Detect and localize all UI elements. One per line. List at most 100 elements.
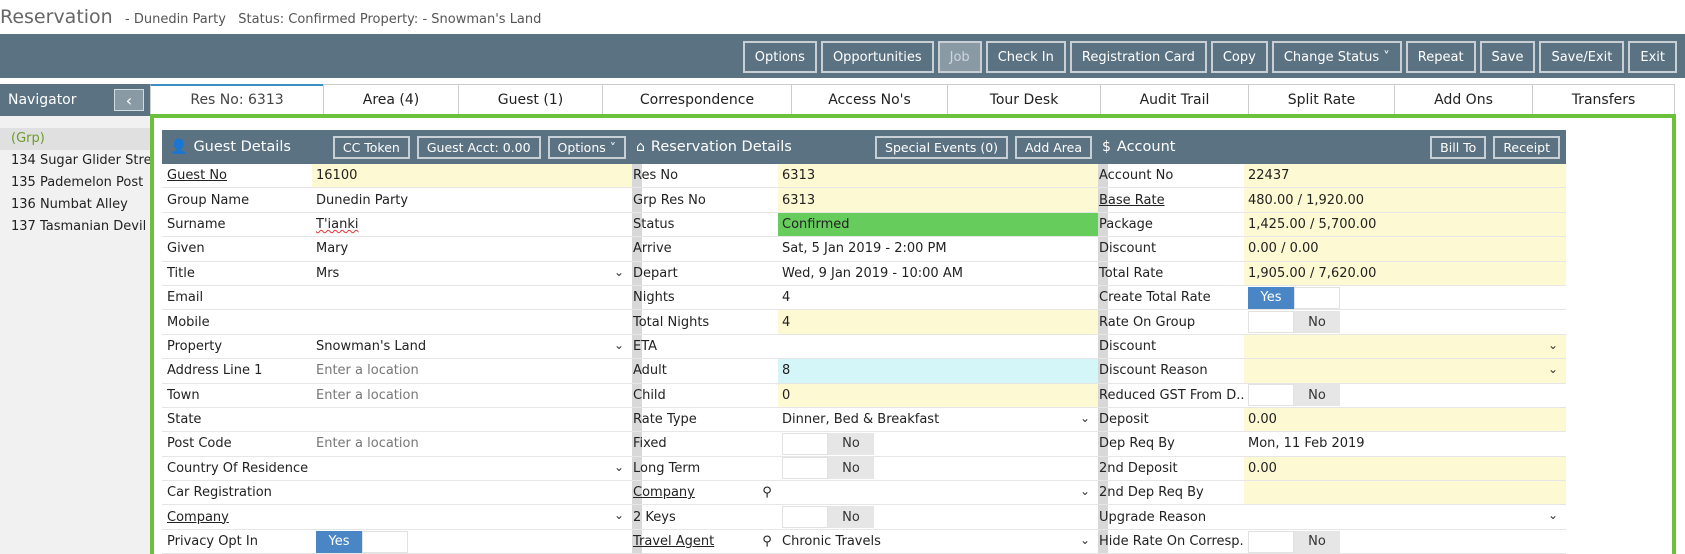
toggle-blank[interactable]: [1248, 311, 1294, 334]
toggle-no[interactable]: No: [828, 432, 874, 455]
nav-item-room[interactable]: 135 Pademelon Post: [0, 172, 150, 194]
add-area-button[interactable]: Add Area: [1015, 136, 1092, 159]
toggle-yes[interactable]: Yes: [316, 530, 362, 553]
toggle-yes[interactable]: Yes: [1248, 286, 1294, 309]
post-code-field[interactable]: Enter a location: [312, 432, 632, 455]
toggle-blank[interactable]: [782, 457, 828, 480]
upgrade-reason-select[interactable]: ⌄: [1244, 505, 1566, 528]
company-label[interactable]: Company: [628, 481, 756, 504]
tab-transfers[interactable]: Transfers: [1532, 84, 1675, 114]
tab-guest[interactable]: Guest (1): [458, 84, 603, 114]
nav-item-room[interactable]: 136 Numbat Alley: [0, 194, 150, 216]
arrive-field[interactable]: Sat, 5 Jan 2019 - 2:00 PM: [778, 237, 1098, 260]
tab-area[interactable]: Area (4): [323, 84, 459, 114]
email-field[interactable]: [312, 286, 632, 309]
company-select[interactable]: ⌄: [778, 481, 1098, 504]
address-line-1-field[interactable]: Enter a location: [312, 359, 632, 382]
reduced-gst-toggle[interactable]: No: [1244, 384, 1566, 407]
tab-res-no[interactable]: Res No: 6313: [150, 84, 324, 114]
guest-account-button[interactable]: Guest Acct: 0.00: [416, 136, 541, 159]
discount-reason-select[interactable]: ⌄: [1244, 359, 1566, 383]
receipt-button[interactable]: Receipt: [1493, 136, 1560, 159]
group-name-field[interactable]: Dunedin Party: [312, 188, 632, 211]
car-registration-field[interactable]: [312, 481, 632, 504]
search-icon[interactable]: ⚲: [756, 530, 778, 553]
discount-select[interactable]: ⌄: [1244, 334, 1566, 359]
travel-agent-label[interactable]: Travel Agent: [628, 530, 756, 553]
toggle-blank[interactable]: [1294, 286, 1340, 309]
toggle-blank[interactable]: [362, 530, 408, 553]
travel-agent-value: Chronic Travels: [782, 534, 881, 550]
cc-token-button[interactable]: CC Token: [332, 136, 410, 159]
registration-card-button[interactable]: Registration Card: [1069, 41, 1207, 73]
create-total-rate-toggle[interactable]: Yes: [1244, 286, 1566, 309]
town-field[interactable]: Enter a location: [312, 384, 632, 407]
tab-add-ons[interactable]: Add Ons: [1394, 84, 1533, 114]
adult-field[interactable]: 8: [778, 359, 1098, 383]
field-row: Company ⚲ ⌄: [628, 481, 1098, 506]
toggle-no[interactable]: No: [828, 506, 874, 529]
collapse-navigator-button[interactable]: ‹: [114, 89, 144, 111]
depart-field[interactable]: Wed, 9 Jan 2019 - 10:00 AM: [778, 262, 1098, 285]
second-deposit-field[interactable]: 0.00: [1244, 456, 1566, 481]
job-button[interactable]: Job: [937, 41, 982, 73]
given-field[interactable]: Mary: [312, 237, 632, 260]
base-rate-label[interactable]: Base Rate: [1094, 188, 1244, 211]
copy-button[interactable]: Copy: [1210, 41, 1268, 73]
tab-audit-trail[interactable]: Audit Trail: [1100, 84, 1249, 114]
property-select[interactable]: Snowman's Land ⌄: [312, 335, 632, 358]
toggle-no[interactable]: No: [828, 457, 874, 480]
field-row: Base Rate 480.00 / 1,920.00: [1094, 188, 1566, 213]
title-select[interactable]: Mrs ⌄: [312, 262, 632, 285]
country-select[interactable]: ⌄: [312, 457, 632, 480]
privacy-opt-in-toggle[interactable]: Yes: [312, 530, 632, 553]
child-field[interactable]: 0: [778, 383, 1098, 407]
toggle-no[interactable]: No: [1294, 384, 1340, 407]
field-row: Create Total Rate Yes: [1094, 286, 1566, 311]
toggle-blank[interactable]: [1248, 530, 1294, 553]
deposit-field[interactable]: 0.00: [1244, 407, 1566, 432]
toggle-blank[interactable]: [782, 432, 828, 455]
two-keys-toggle[interactable]: No: [778, 505, 1098, 529]
hide-rate-toggle[interactable]: No: [1244, 530, 1566, 553]
check-in-button[interactable]: Check In: [985, 41, 1066, 73]
opportunities-button[interactable]: Opportunities: [820, 41, 934, 73]
rate-type-select[interactable]: Dinner, Bed & Breakfast ⌄: [778, 408, 1098, 431]
exit-button[interactable]: Exit: [1628, 41, 1677, 73]
nav-item-room[interactable]: 134 Sugar Glider Stre: [0, 150, 150, 172]
company-label[interactable]: Company: [162, 505, 312, 528]
toggle-no[interactable]: No: [1294, 530, 1340, 553]
change-status-button[interactable]: Change Status ˅: [1271, 41, 1402, 73]
second-dep-req-by-field[interactable]: [1244, 481, 1566, 505]
toggle-blank[interactable]: [782, 506, 828, 529]
chevron-left-icon: ‹: [125, 90, 133, 110]
company-select[interactable]: ⌄: [312, 505, 632, 528]
mobile-field[interactable]: [312, 310, 632, 333]
search-icon[interactable]: ⚲: [756, 481, 778, 504]
rate-on-group-toggle[interactable]: No: [1244, 310, 1566, 334]
toggle-no[interactable]: No: [1294, 311, 1340, 334]
eta-field[interactable]: [778, 335, 1098, 358]
guest-no-label[interactable]: Guest No: [162, 164, 312, 187]
travel-agent-select[interactable]: Chronic Travels ⌄: [778, 530, 1098, 553]
nav-item-room[interactable]: 137 Tasmanian Devil: [0, 216, 150, 238]
repeat-button[interactable]: Repeat: [1405, 41, 1476, 73]
tab-tour-desk[interactable]: Tour Desk: [947, 84, 1101, 114]
nights-field[interactable]: 4: [778, 286, 1098, 309]
toggle-blank[interactable]: [1248, 384, 1294, 407]
options-button[interactable]: Options: [742, 41, 817, 73]
special-events-button[interactable]: Special Events (0): [875, 136, 1009, 159]
tab-correspondence[interactable]: Correspondence: [602, 84, 792, 114]
tab-access-nos[interactable]: Access No's: [791, 84, 948, 114]
dep-req-by-field[interactable]: Mon, 11 Feb 2019: [1244, 432, 1566, 455]
long-term-toggle[interactable]: No: [778, 457, 1098, 480]
fixed-toggle[interactable]: No: [778, 432, 1098, 455]
tab-split-rate[interactable]: Split Rate: [1248, 84, 1395, 114]
surname-field[interactable]: T'ianki: [312, 213, 632, 236]
save-exit-button[interactable]: Save/Exit: [1539, 41, 1625, 73]
guest-options-button[interactable]: Options ˅: [547, 136, 626, 159]
bill-to-button[interactable]: Bill To: [1430, 136, 1487, 159]
save-button[interactable]: Save: [1479, 41, 1536, 73]
nav-item-group[interactable]: (Grp): [0, 128, 150, 150]
state-field[interactable]: [312, 408, 632, 431]
